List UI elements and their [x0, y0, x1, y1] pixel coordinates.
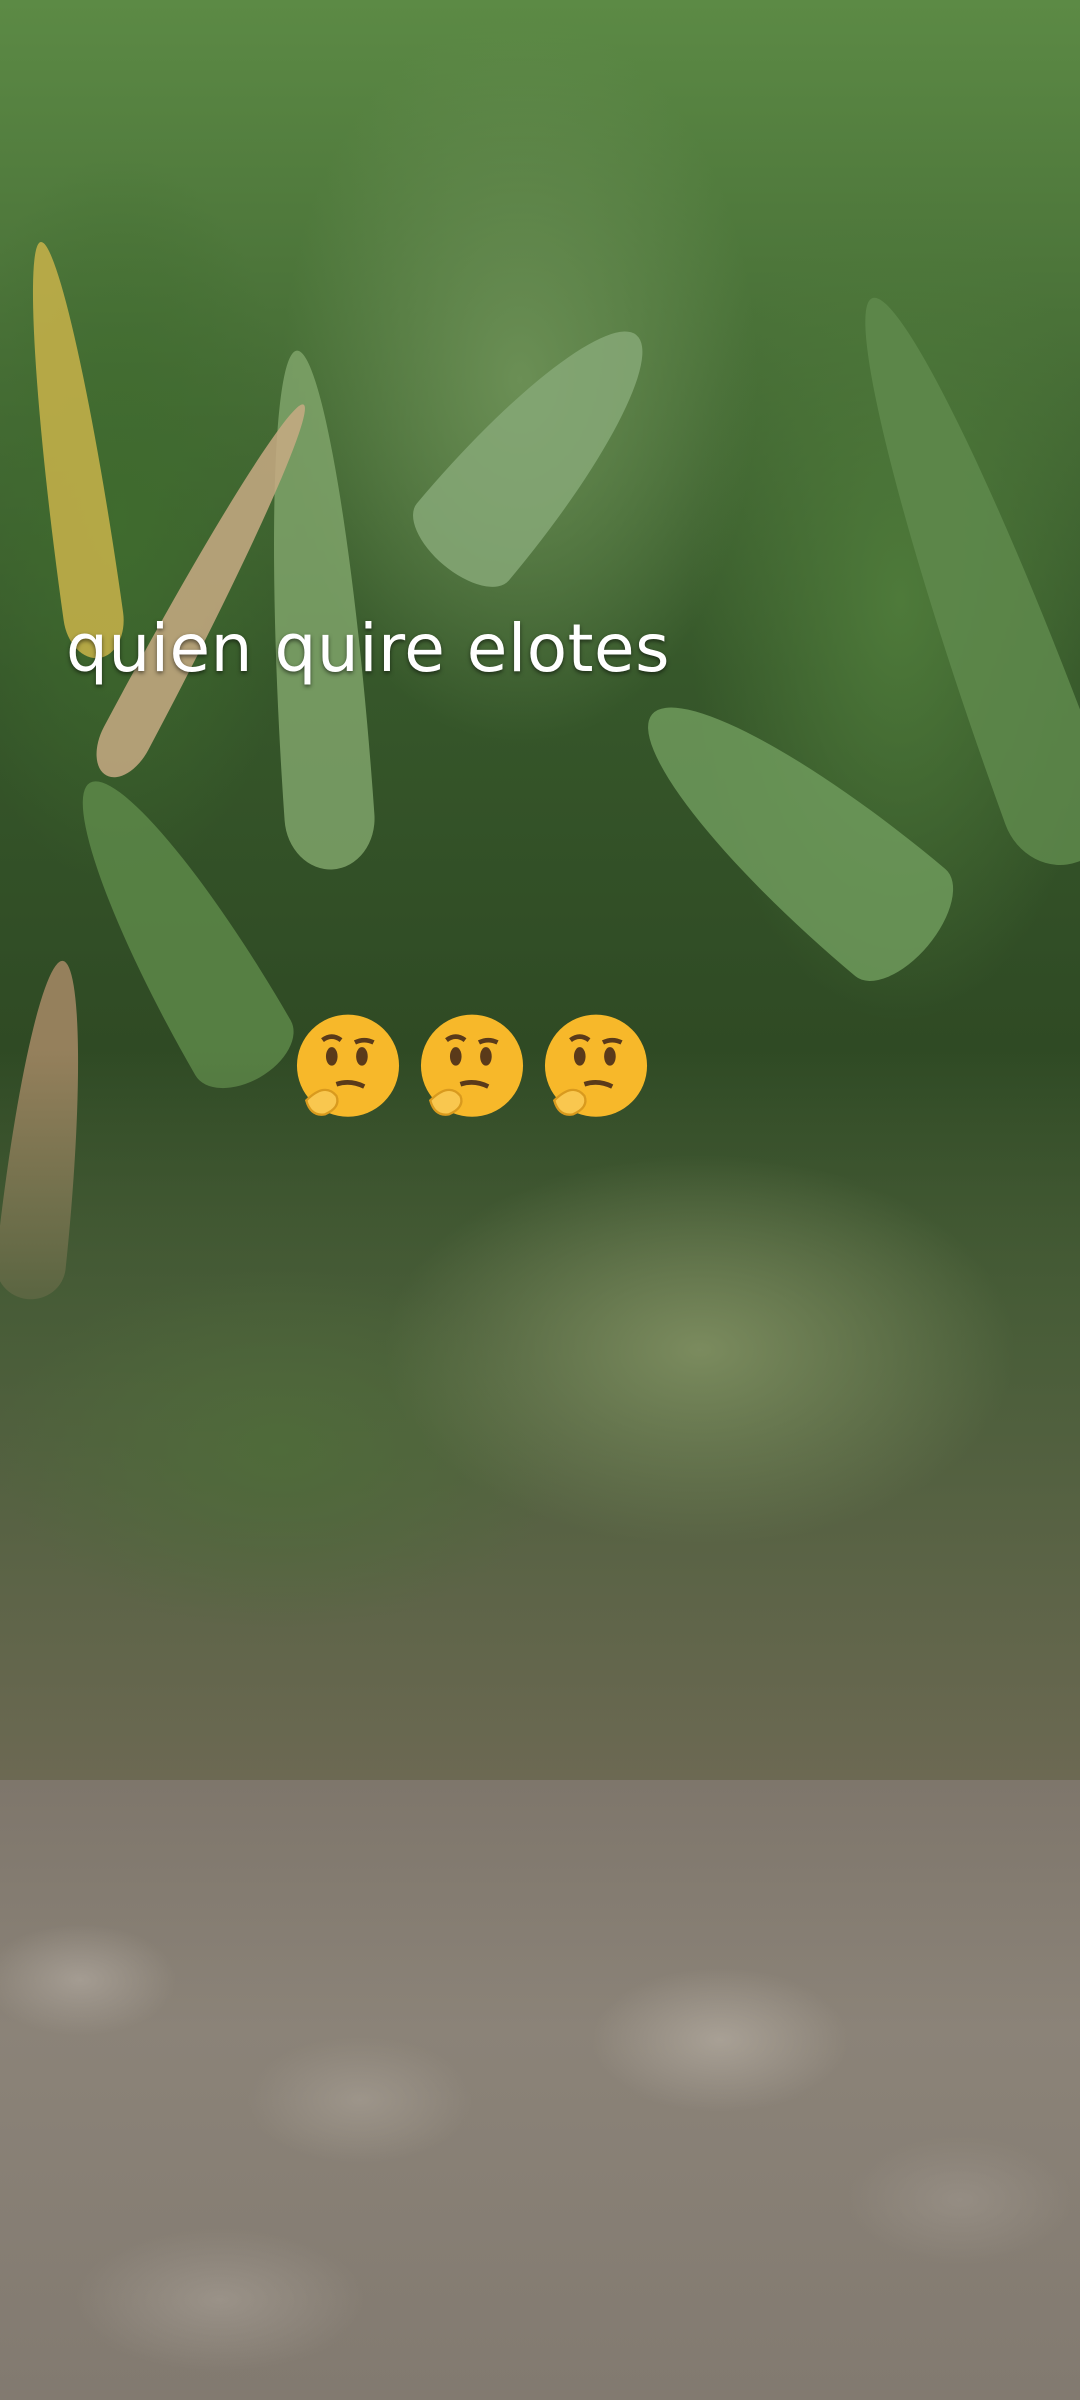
thinking-face-icon — [538, 1010, 654, 1126]
caption-text: quien quire elotes — [66, 610, 670, 687]
corn-leaf — [11, 237, 129, 663]
dry-soil — [0, 1780, 1080, 2400]
corn-leaf — [397, 296, 683, 604]
corn-leaf — [820, 279, 1080, 881]
photo-frame: quien quire elotes — [0, 0, 1080, 2400]
thinking-face-icon — [290, 1010, 406, 1126]
emoji-row — [290, 1010, 654, 1126]
thinking-face-icon — [414, 1010, 530, 1126]
corn-leaf — [607, 660, 973, 1000]
